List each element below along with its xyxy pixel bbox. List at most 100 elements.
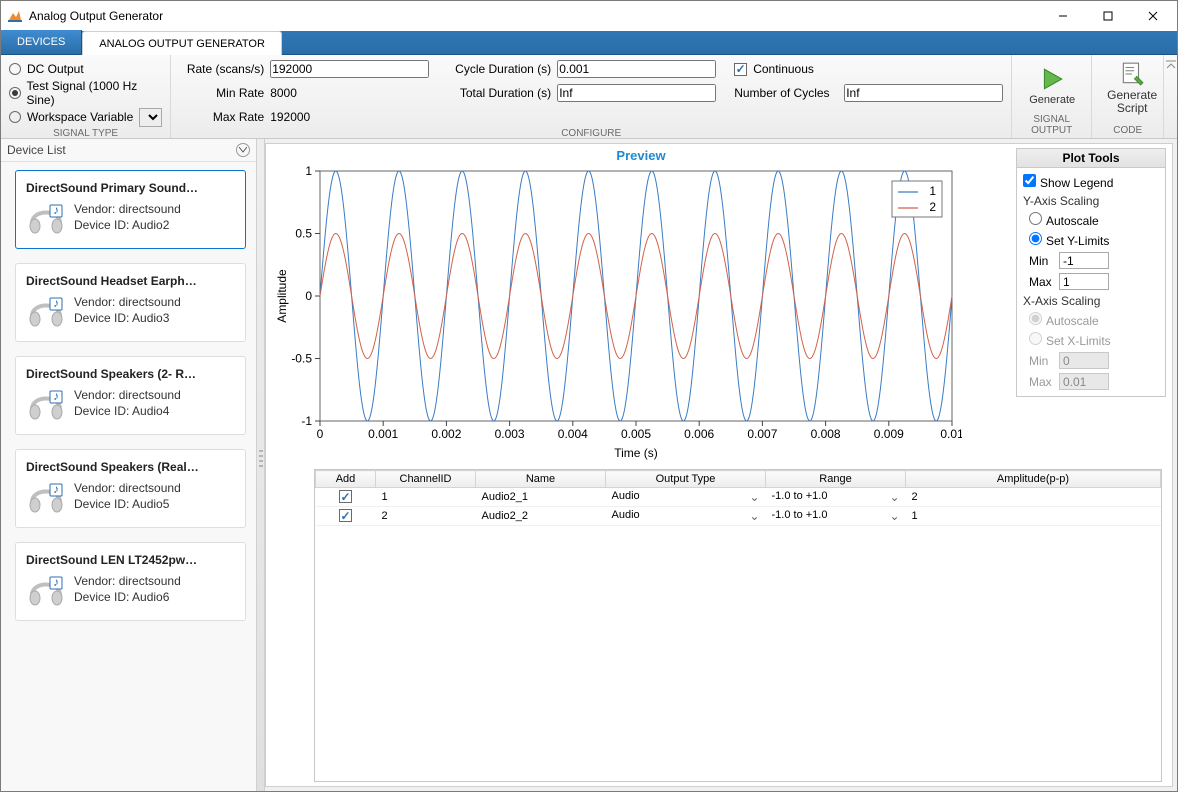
total-duration-input — [557, 84, 716, 102]
min-rate-value: 8000 — [270, 86, 297, 100]
svg-text:0.003: 0.003 — [495, 427, 525, 441]
svg-text:0.008: 0.008 — [811, 427, 841, 441]
device-id: Device ID: Audio6 — [74, 589, 181, 605]
set-y-limits-radio[interactable]: Set Y-Limits — [1029, 232, 1159, 248]
svg-text:0.004: 0.004 — [558, 427, 588, 441]
code-label: CODE — [1100, 124, 1155, 136]
col-channelid[interactable]: ChannelID — [376, 471, 476, 488]
ribbon: DC Output Test Signal (1000 Hz Sine) Wor… — [1, 55, 1177, 139]
vertical-splitter[interactable] — [257, 139, 265, 791]
headphones-icon: ♪ — [26, 480, 66, 517]
device-card[interactable]: DirectSound Headset Earph… ♪ Vendor: dir… — [15, 263, 246, 342]
y-axis-scaling-label: Y-Axis Scaling — [1023, 194, 1159, 208]
device-vendor: Vendor: directsound — [74, 573, 181, 589]
table-row[interactable]: ✓ 1Audio2_1 Audio⌄ -1.0 to +1.0⌄ 2 — [316, 488, 1161, 507]
device-id: Device ID: Audio3 — [74, 310, 181, 326]
number-of-cycles-input — [844, 84, 1003, 102]
svg-text:♪: ♪ — [53, 482, 59, 496]
chevron-up-bar-icon — [1165, 59, 1177, 71]
svg-text:-1: -1 — [301, 414, 312, 428]
svg-text:0: 0 — [317, 427, 324, 441]
device-card[interactable]: DirectSound Speakers (Real… ♪ Vendor: di… — [15, 449, 246, 528]
svg-text:-0.5: -0.5 — [291, 352, 312, 366]
signal-type-test-signal[interactable]: Test Signal (1000 Hz Sine) — [9, 83, 162, 103]
rate-label: Rate (scans/s) — [179, 62, 264, 76]
col-range[interactable]: Range — [766, 471, 906, 488]
add-checkbox[interactable]: ✓ — [339, 490, 352, 503]
device-card[interactable]: DirectSound Speakers (2- R… ♪ Vendor: di… — [15, 356, 246, 435]
signal-type-workspace-variable[interactable]: Workspace Variable — [9, 107, 162, 127]
col-amplitude[interactable]: Amplitude(p-p) — [906, 471, 1161, 488]
y-autoscale-radio[interactable]: Autoscale — [1029, 212, 1159, 228]
device-card[interactable]: DirectSound Primary Sound… ♪ Vendor: dir… — [15, 170, 246, 249]
svg-text:Time (s): Time (s) — [614, 446, 658, 460]
signal-type-label: SIGNAL TYPE — [9, 127, 162, 139]
svg-text:0.001: 0.001 — [368, 427, 398, 441]
x-axis-scaling-label: X-Axis Scaling — [1023, 294, 1159, 308]
y-max-input[interactable] — [1059, 273, 1109, 290]
device-list-panel: Device List DirectSound Primary Sound… ♪… — [1, 139, 257, 791]
y-min-input[interactable] — [1059, 252, 1109, 269]
x-min-input — [1059, 352, 1109, 369]
rate-input[interactable] — [270, 60, 429, 78]
device-list[interactable]: DirectSound Primary Sound… ♪ Vendor: dir… — [1, 162, 256, 791]
x-autoscale-radio[interactable]: Autoscale — [1029, 312, 1159, 328]
minimize-button[interactable] — [1040, 1, 1085, 31]
svg-text:Amplitude: Amplitude — [275, 269, 289, 323]
cycle-duration-label: Cycle Duration (s) — [447, 62, 551, 76]
svg-text:♪: ♪ — [53, 389, 59, 403]
add-checkbox[interactable]: ✓ — [339, 509, 352, 522]
svg-text:0: 0 — [305, 289, 312, 303]
app-logo-icon — [7, 8, 23, 24]
min-rate-label: Min Rate — [179, 86, 264, 100]
device-id: Device ID: Audio5 — [74, 496, 181, 512]
window-title: Analog Output Generator — [29, 9, 1040, 23]
headphones-icon: ♪ — [26, 294, 66, 331]
device-vendor: Vendor: directsound — [74, 201, 181, 217]
device-name: DirectSound Primary Sound… — [26, 181, 235, 195]
tab-devices[interactable]: DEVICES — [1, 30, 82, 54]
col-output-type[interactable]: Output Type — [606, 471, 766, 488]
svg-text:0.006: 0.006 — [684, 427, 714, 441]
ribbon-collapse-button[interactable] — [1164, 55, 1177, 138]
table-row[interactable]: ✓ 2Audio2_2 Audio⌄ -1.0 to +1.0⌄ 1 — [316, 507, 1161, 526]
signal-output-label: SIGNAL OUTPUT — [1020, 113, 1083, 136]
set-x-limits-radio[interactable]: Set X-Limits — [1029, 332, 1159, 348]
x-max-input — [1059, 373, 1109, 390]
generate-script-button[interactable]: GenerateScript — [1100, 59, 1164, 117]
device-vendor: Vendor: directsound — [74, 480, 181, 496]
svg-text:0.002: 0.002 — [431, 427, 461, 441]
show-legend-checkbox[interactable]: Show Legend — [1023, 174, 1159, 190]
total-duration-label: Total Duration (s) — [447, 86, 551, 100]
headphones-icon: ♪ — [26, 387, 66, 424]
svg-text:♪: ♪ — [53, 575, 59, 589]
toolstrip-tabs: DEVICES ANALOG OUTPUT GENERATOR — [1, 31, 1177, 55]
svg-text:0.5: 0.5 — [295, 227, 312, 241]
configure-label: CONFIGURE — [179, 127, 1003, 139]
continuous-checkbox[interactable]: ✓Continuous — [734, 59, 1003, 79]
col-add[interactable]: Add — [316, 471, 376, 488]
cycle-duration-input[interactable] — [557, 60, 716, 78]
preview-chart: Preview 00.0010.0020.0030.0040.0050.0060… — [272, 148, 1010, 463]
channels-table[interactable]: Add ChannelID Name Output Type Range Amp… — [314, 469, 1162, 782]
tab-analog-output-generator[interactable]: ANALOG OUTPUT GENERATOR — [82, 31, 282, 55]
workspace-variable-select[interactable] — [139, 108, 162, 127]
device-vendor: Vendor: directsound — [74, 294, 181, 310]
device-id: Device ID: Audio4 — [74, 403, 181, 419]
panel-menu-button[interactable] — [236, 143, 250, 157]
chevron-down-icon — [239, 147, 247, 153]
device-list-header: Device List — [7, 143, 66, 157]
headphones-icon: ♪ — [26, 201, 66, 238]
device-card[interactable]: DirectSound LEN LT2452pw… ♪ Vendor: dire… — [15, 542, 246, 621]
col-name[interactable]: Name — [476, 471, 606, 488]
close-button[interactable] — [1130, 1, 1175, 31]
device-name: DirectSound Headset Earph… — [26, 274, 235, 288]
generate-button[interactable]: Generate — [1020, 59, 1084, 113]
maximize-button[interactable] — [1085, 1, 1130, 31]
device-name: DirectSound Speakers (Real… — [26, 460, 235, 474]
headphones-icon: ♪ — [26, 573, 66, 610]
number-of-cycles-label: Number of Cycles — [734, 86, 838, 100]
svg-text:1: 1 — [929, 184, 936, 198]
device-vendor: Vendor: directsound — [74, 387, 181, 403]
signal-type-dc[interactable]: DC Output — [9, 59, 162, 79]
